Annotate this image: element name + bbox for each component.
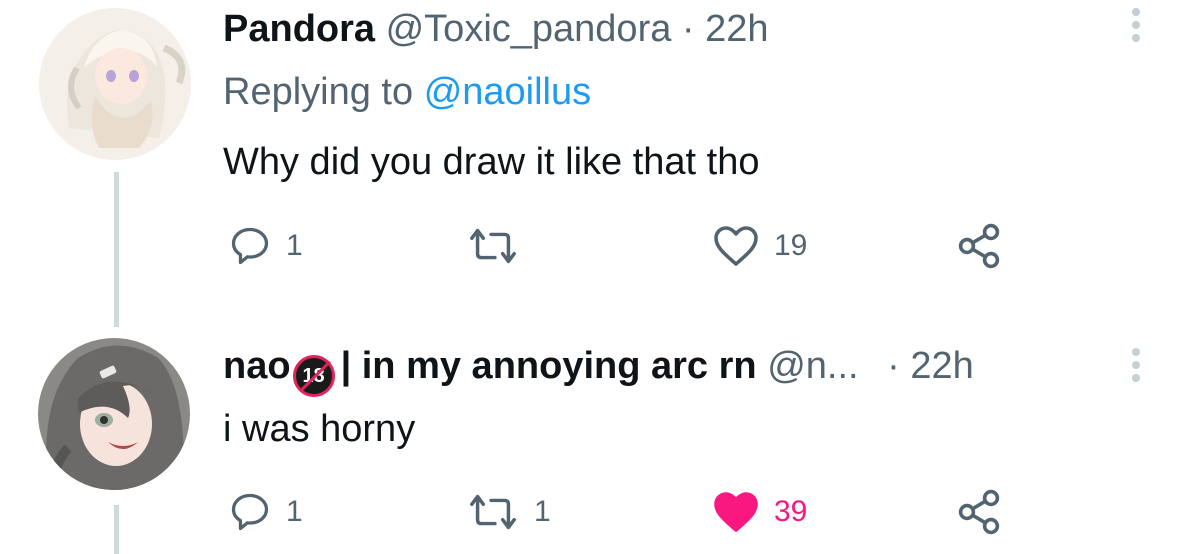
retweet-icon xyxy=(470,228,516,264)
heart-outline-icon xyxy=(714,226,758,266)
timestamp[interactable]: 22h xyxy=(910,345,973,387)
retweet-button[interactable] xyxy=(466,226,534,266)
like-count: 39 xyxy=(774,495,808,528)
handle[interactable]: @Toxic_pandora xyxy=(386,8,672,50)
handle[interactable]: @n... xyxy=(767,345,858,387)
more-options-icon[interactable] xyxy=(1132,8,1142,47)
retweet-button[interactable]: 1 xyxy=(466,492,551,532)
tweet-header: Pandora @Toxic_pandora · 22h xyxy=(223,10,769,48)
replying-to-label: Replying to xyxy=(223,71,414,113)
retweet-icon xyxy=(470,494,516,530)
avatar[interactable] xyxy=(39,8,191,160)
tweet-text: i was horny xyxy=(223,408,416,450)
anime-girl-white-hair-avatar-icon xyxy=(39,8,191,160)
tweet[interactable]: Pandora @Toxic_pandora · 22h Replying to… xyxy=(0,0,1200,320)
like-button[interactable]: 19 xyxy=(712,224,807,268)
like-count: 19 xyxy=(774,229,808,262)
replying-to-handle[interactable]: @naoillus xyxy=(424,71,591,113)
reply-button[interactable]: 1 xyxy=(228,224,303,268)
share-icon xyxy=(958,223,1000,269)
share-button[interactable] xyxy=(955,222,1003,270)
tweet-text: Why did you draw it like that tho xyxy=(223,141,760,183)
separator-dot: · xyxy=(681,8,695,50)
tweet[interactable]: nao 18 | in my annoying arc rn @n... · 22h… xyxy=(0,330,1200,554)
heart-filled-icon xyxy=(714,492,758,532)
separator-dot: · xyxy=(887,345,900,387)
tweet-header: nao 18 | in my annoying arc rn @n... · 22h xyxy=(223,347,974,397)
reply-count: 1 xyxy=(286,495,303,528)
no-18-badge-icon: 18 xyxy=(292,355,335,397)
reply-button[interactable]: 1 xyxy=(228,490,303,534)
reply-count: 1 xyxy=(286,229,303,262)
timestamp[interactable]: 22h xyxy=(705,8,768,50)
display-name-prefix[interactable]: nao xyxy=(223,345,291,387)
reply-icon xyxy=(231,493,269,531)
share-icon xyxy=(958,489,1000,535)
replying-to-line: Replying to @naoillus xyxy=(223,73,591,111)
like-button[interactable]: 39 xyxy=(712,490,807,534)
more-options-icon[interactable] xyxy=(1132,348,1142,387)
display-name-suffix[interactable]: | in my annoying arc rn xyxy=(341,345,757,387)
avatar[interactable] xyxy=(38,338,190,490)
retweet-count: 1 xyxy=(534,495,551,528)
share-button[interactable] xyxy=(955,488,1003,536)
display-name[interactable]: Pandora xyxy=(223,8,375,50)
reply-icon xyxy=(231,227,269,265)
anime-girl-grey-hair-avatar-icon xyxy=(38,338,190,490)
